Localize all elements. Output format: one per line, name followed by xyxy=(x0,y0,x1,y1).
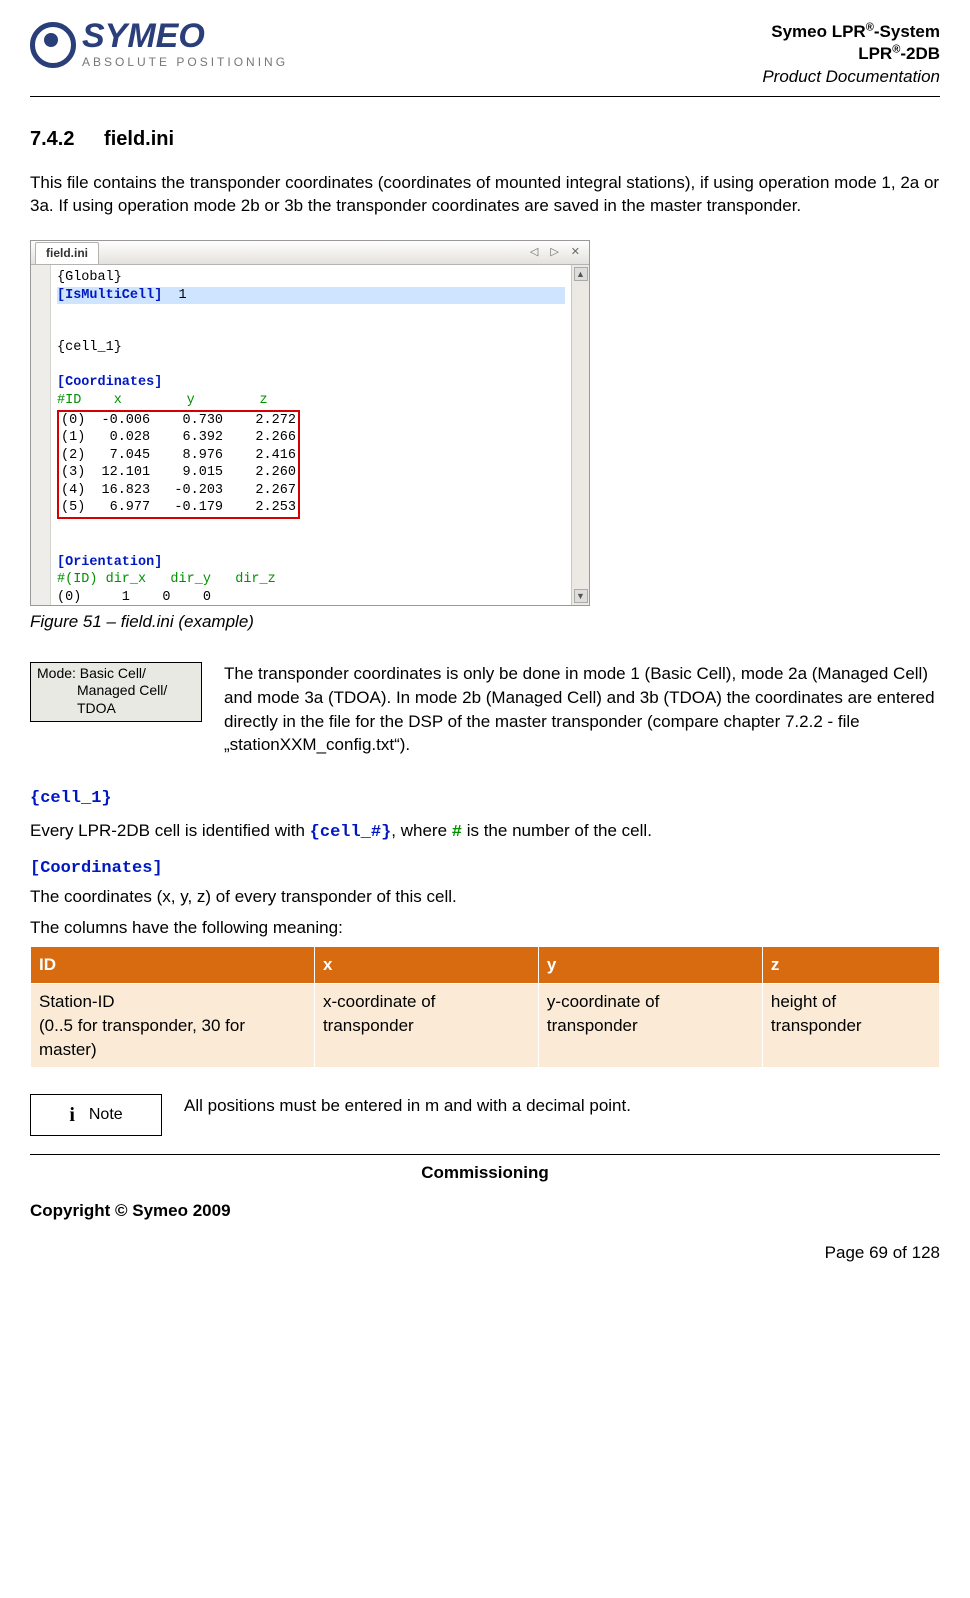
logo-icon xyxy=(30,22,76,68)
code-key: [IsMultiCell] xyxy=(57,288,162,303)
page-header: SYMEO ABSOLUTE POSITIONING Symeo LPR®-Sy… xyxy=(30,20,940,97)
text-fragment: Every LPR-2DB cell is identified with xyxy=(30,821,310,840)
code-line: {Global} xyxy=(57,270,122,285)
figure-caption: Figure 51 – field.ini (example) xyxy=(30,610,940,634)
code-section: [Orientation] xyxy=(57,555,162,570)
code-row: (5) 6.977 -0.179 2.253 xyxy=(61,500,296,515)
note-callout: i Note All positions must be entered in … xyxy=(30,1094,940,1136)
mode-callout: Mode: Basic Cell/ Managed Cell/ TDOA The… xyxy=(30,662,940,757)
code-row: (0) 1 0 0 xyxy=(57,590,211,605)
code-row: (2) 7.045 8.976 2.416 xyxy=(61,448,296,463)
col-header-z: z xyxy=(762,947,939,984)
editor-content[interactable]: {Global} [IsMultiCell] 1 {cell_1} [Coord… xyxy=(51,265,571,605)
code-row: (1) 0.028 6.392 2.266 xyxy=(61,430,296,445)
copyright: Copyright © Symeo 2009 xyxy=(30,1199,940,1223)
header-line1-suf: -System xyxy=(874,22,940,41)
page-number: Page 69 of 128 xyxy=(30,1241,940,1265)
section-number: 7.4.2 xyxy=(30,128,74,150)
editor-gutter xyxy=(31,265,51,605)
code-row: (3) 12.101 9.015 2.260 xyxy=(61,465,296,480)
highlight-box: (0) -0.006 0.730 2.272 (1) 0.028 6.392 2… xyxy=(57,410,300,519)
cell-description: Every LPR-2DB cell is identified with {c… xyxy=(30,819,940,845)
section-title: field.ini xyxy=(104,128,174,150)
col-desc-z: height of transponder xyxy=(762,983,939,1067)
editor-screenshot: field.ini ◁ ▷ ✕ {Global} [IsMultiCell] 1… xyxy=(30,240,590,606)
code-section: [Coordinates] xyxy=(57,375,162,390)
editor-tab[interactable]: field.ini xyxy=(35,242,99,264)
mode-box-line: Managed Cell/ xyxy=(37,682,195,700)
keyword-coordinates: [Coordinates] xyxy=(30,859,163,878)
text-fragment: (0..5 for transponder, 30 for master) xyxy=(39,1016,245,1059)
tab-prev-icon[interactable]: ◁ xyxy=(525,243,543,262)
col-header-id: ID xyxy=(31,947,315,984)
code-comment: #ID x y z xyxy=(57,393,268,408)
code-row: (4) 16.823 -0.203 2.267 xyxy=(61,483,296,498)
code-line: {cell_1} xyxy=(57,340,122,355)
note-text: All positions must be entered in m and w… xyxy=(184,1094,631,1118)
keyword-cell-template: {cell_#} xyxy=(310,823,392,842)
tab-close-icon[interactable]: ✕ xyxy=(566,243,585,262)
text-fragment: is the number of the cell. xyxy=(462,821,652,840)
logo: SYMEO ABSOLUTE POSITIONING xyxy=(30,20,288,71)
col-desc-id: Station-ID (0..5 for transponder, 30 for… xyxy=(31,983,315,1067)
header-product-info: Symeo LPR®-System LPR®-2DB Product Docum… xyxy=(762,20,940,88)
scrollbar-vertical[interactable]: ▲ ▼ xyxy=(571,265,589,605)
note-box: i Note xyxy=(30,1094,162,1136)
header-line2-pre: LPR xyxy=(858,44,892,63)
logo-title: SYMEO xyxy=(82,20,288,52)
code-val: 1 xyxy=(162,288,186,303)
section-intro: This file contains the transponder coord… xyxy=(30,171,940,219)
editor-tabbar: field.ini ◁ ▷ ✕ xyxy=(31,241,589,265)
header-line3: Product Documentation xyxy=(762,66,940,88)
columns-table: ID x y z Station-ID (0..5 for transponde… xyxy=(30,946,940,1068)
footer-section: Commissioning xyxy=(30,1154,940,1185)
section-heading: 7.4.2 field.ini xyxy=(30,125,940,153)
logo-subtitle: ABSOLUTE POSITIONING xyxy=(82,54,288,71)
text-fragment: , where xyxy=(391,821,451,840)
mode-box-line: Mode: Basic Cell/ xyxy=(37,665,195,683)
header-sup1: ® xyxy=(866,21,874,33)
mode-text: The transponder coordinates is only be d… xyxy=(224,662,940,757)
scroll-down-icon[interactable]: ▼ xyxy=(574,589,588,603)
note-label: Note xyxy=(89,1104,123,1126)
col-header-x: x xyxy=(314,947,538,984)
col-desc-y: y-coordinate of transponder xyxy=(538,983,762,1067)
header-line2-suf: -2DB xyxy=(900,44,940,63)
tab-next-icon[interactable]: ▷ xyxy=(545,243,563,262)
scroll-up-icon[interactable]: ▲ xyxy=(574,267,588,281)
tab-controls: ◁ ▷ ✕ xyxy=(525,243,585,262)
code-comment: #(ID) dir_x dir_y dir_z xyxy=(57,572,276,587)
keyword-hash: # xyxy=(452,823,462,842)
text-fragment: Station-ID xyxy=(39,992,115,1011)
keyword-cell: {cell_1} xyxy=(30,789,112,808)
info-icon: i xyxy=(69,1101,75,1129)
mode-box: Mode: Basic Cell/ Managed Cell/ TDOA xyxy=(30,662,202,723)
col-header-y: y xyxy=(538,947,762,984)
col-desc-x: x-coordinate of transponder xyxy=(314,983,538,1067)
header-line1-pre: Symeo LPR xyxy=(771,22,865,41)
columns-intro: The columns have the following meaning: xyxy=(30,916,940,940)
coords-description: The coordinates (x, y, z) of every trans… xyxy=(30,885,940,909)
mode-box-line: TDOA xyxy=(37,700,195,718)
code-row: (0) -0.006 0.730 2.272 xyxy=(61,413,296,428)
